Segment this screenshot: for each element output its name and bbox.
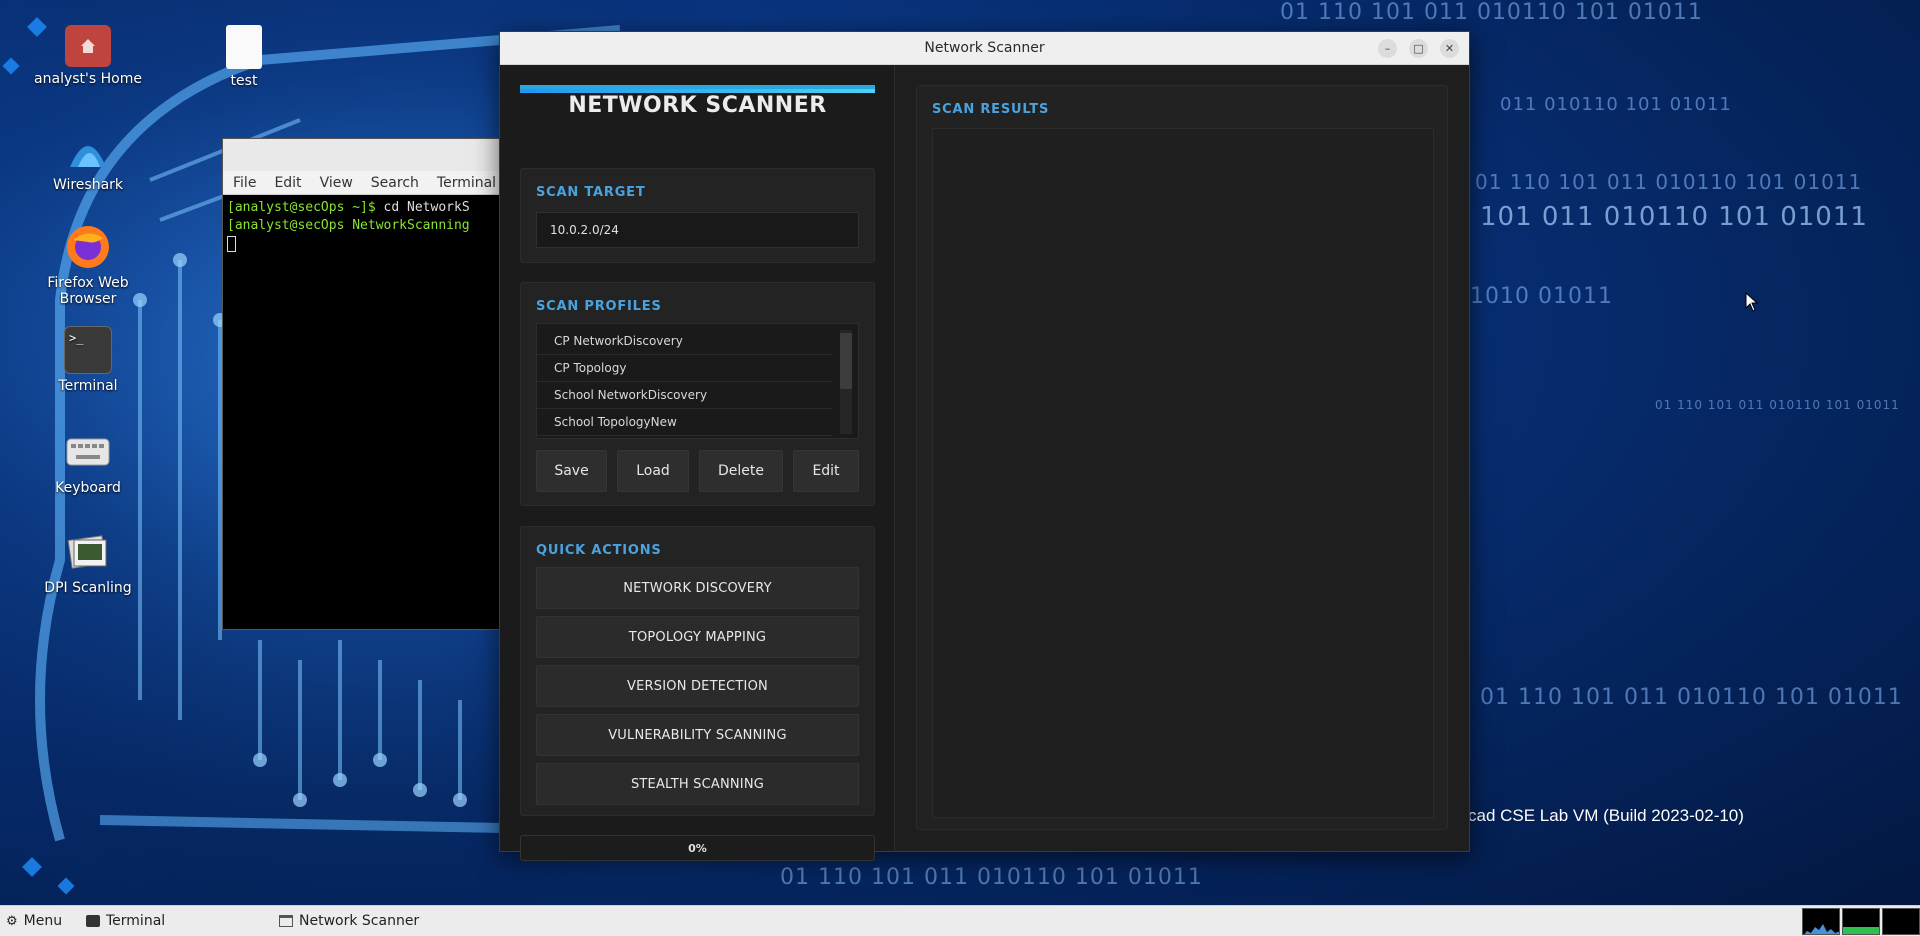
- scan-profiles-heading: SCAN PROFILES: [536, 299, 662, 314]
- memory-graph-icon: [1842, 908, 1880, 935]
- photos-icon: [64, 528, 112, 576]
- system-monitor-applets[interactable]: [1802, 908, 1920, 935]
- progress-label: 0%: [688, 841, 707, 855]
- firefox-icon: [64, 223, 112, 271]
- terminal-menubar: File Edit View Search Terminal: [223, 171, 501, 195]
- save-button[interactable]: Save: [536, 450, 607, 492]
- terminal-command: cd NetworkS: [383, 200, 470, 215]
- menu-view[interactable]: View: [320, 175, 353, 191]
- taskbar-item-label: Network Scanner: [299, 913, 420, 929]
- menu-search[interactable]: Search: [371, 175, 419, 191]
- wallpaper-binary-text: 01 110 101 011 010110 101 01011: [1655, 398, 1900, 412]
- topology-mapping-button[interactable]: TOPOLOGY MAPPING: [536, 616, 859, 658]
- list-item[interactable]: School TopologyNew: [537, 409, 832, 436]
- app-title: NETWORK SCANNER: [520, 85, 875, 125]
- wallpaper-binary-text: 1010 01011: [1470, 284, 1613, 309]
- desktop-icon-firefox[interactable]: Firefox Web Browser: [33, 223, 143, 307]
- taskbar-menu-button[interactable]: ⚙ Menu: [6, 913, 62, 929]
- control-pane: NETWORK SCANNER SCAN TARGET 10.0.2.0/24 …: [500, 65, 895, 861]
- taskbar-item-network-scanner[interactable]: Network Scanner: [279, 913, 419, 929]
- quick-actions-panel: QUICK ACTIONS NETWORK DISCOVERY TOPOLOGY…: [520, 526, 875, 816]
- terminal-prompt: [analyst@secOps NetworkScanning: [227, 218, 470, 233]
- desktop-icon-test[interactable]: test: [189, 25, 299, 89]
- terminal-prompt: [analyst@secOps ~]$: [227, 200, 384, 215]
- desktop-icon-label: test: [230, 73, 258, 89]
- stealth-scanning-button[interactable]: STEALTH SCANNING: [536, 763, 859, 805]
- taskbar-item-terminal[interactable]: Terminal: [86, 913, 165, 929]
- list-item[interactable]: School NetworkDiscovery: [537, 382, 832, 409]
- desktop-icon-label: DPI Scanling: [44, 580, 132, 596]
- desktop-icon-terminal[interactable]: >_ Terminal: [33, 326, 143, 394]
- scan-profiles-panel: SCAN PROFILES CP NetworkDiscovery CP Top…: [520, 282, 875, 506]
- desktop-icon-label: Wireshark: [52, 177, 124, 193]
- results-pane: SCAN RESULTS: [896, 65, 1469, 851]
- close-icon: ✕: [1444, 42, 1455, 55]
- menu-icon: ⚙: [6, 913, 18, 929]
- window-title: Network Scanner: [924, 40, 1045, 56]
- scan-target-heading: SCAN TARGET: [536, 185, 646, 200]
- profile-list-scrollbar[interactable]: [840, 330, 852, 434]
- desktop-icon-dpi-scanling[interactable]: DPI Scanling: [33, 528, 143, 596]
- window-titlebar[interactable]: Network Scanner – □ ✕: [500, 32, 1469, 65]
- wallpaper-binary-text: 01 110 101 011 010110 101 01011: [780, 865, 1203, 890]
- version-detection-button[interactable]: VERSION DETECTION: [536, 665, 859, 707]
- scrollbar-thumb[interactable]: [840, 333, 852, 389]
- taskbar-menu-label: Menu: [23, 913, 63, 929]
- desktop-icon-label: Terminal: [58, 378, 118, 394]
- delete-button[interactable]: Delete: [699, 450, 783, 492]
- scan-results-heading: SCAN RESULTS: [932, 102, 1050, 117]
- desktop-icon-wireshark[interactable]: Wireshark: [33, 125, 143, 193]
- mouse-pointer-icon: [1745, 292, 1759, 312]
- wireshark-icon: [64, 125, 112, 173]
- cpu-graph-icon: [1802, 908, 1840, 935]
- terminal-icon: >_: [64, 326, 112, 374]
- desktop-icon-home[interactable]: analyst's Home: [33, 25, 143, 87]
- load-button[interactable]: Load: [617, 450, 689, 492]
- network-discovery-button[interactable]: NETWORK DISCOVERY: [536, 567, 859, 609]
- vm-watermark: cad CSE Lab VM (Build 2023-02-10): [1468, 806, 1744, 825]
- minimize-button[interactable]: –: [1378, 39, 1397, 58]
- terminal-cursor: [227, 235, 236, 252]
- terminal-titlebar[interactable]: [223, 139, 501, 171]
- desktop-icon-label: Keyboard: [55, 480, 121, 496]
- terminal-icon: [86, 915, 100, 927]
- vulnerability-scanning-button[interactable]: VULNERABILITY SCANNING: [536, 714, 859, 756]
- desktop-icon-keyboard[interactable]: Keyboard: [33, 428, 143, 496]
- wallpaper-binary-text: 01 110 101 011 010110 101 01011: [1475, 170, 1863, 194]
- desktop-icon-label: analyst's Home: [34, 71, 142, 87]
- maximize-button[interactable]: □: [1409, 39, 1428, 58]
- wallpaper-binary-text: 101 011 010110 101 01011: [1480, 202, 1868, 232]
- wallpaper-binary-text: 01 110 101 011 010110 101 01011: [1280, 0, 1703, 25]
- wallpaper-binary-text: 011 010110 101 01011: [1500, 94, 1732, 115]
- taskbar: ⚙ Menu Terminal Network Scanner: [0, 905, 1920, 936]
- terminal-output[interactable]: [analyst@secOps ~]$ cd NetworkS [analyst…: [223, 195, 501, 257]
- scan-target-panel: SCAN TARGET 10.0.2.0/24: [520, 168, 875, 263]
- profile-list[interactable]: CP NetworkDiscovery CP Topology School N…: [536, 323, 859, 439]
- scan-target-input[interactable]: 10.0.2.0/24: [536, 212, 859, 248]
- quick-actions-heading: QUICK ACTIONS: [536, 543, 662, 558]
- menu-file[interactable]: File: [233, 175, 256, 191]
- home-folder-icon: [65, 25, 111, 67]
- edit-button[interactable]: Edit: [793, 450, 859, 492]
- keyboard-icon: [64, 428, 112, 476]
- terminal-window[interactable]: File Edit View Search Terminal [analyst@…: [222, 138, 502, 630]
- close-button[interactable]: ✕: [1440, 39, 1459, 58]
- network-graph-icon: [1882, 908, 1920, 935]
- menu-terminal[interactable]: Terminal: [437, 175, 496, 191]
- minimize-icon: –: [1384, 42, 1391, 55]
- menu-edit[interactable]: Edit: [274, 175, 301, 191]
- wallpaper-binary-text: 01 110 101 011 010110 101 01011: [1480, 685, 1903, 710]
- window-icon: [279, 915, 293, 927]
- scan-results-output[interactable]: [932, 128, 1434, 818]
- scan-results-panel: SCAN RESULTS: [916, 85, 1448, 830]
- taskbar-item-label: Terminal: [106, 913, 166, 929]
- scan-progress-bar: 0%: [520, 835, 875, 861]
- desktop-icon-label: Firefox Web Browser: [47, 275, 129, 307]
- maximize-icon: □: [1413, 42, 1424, 55]
- network-scanner-window: Network Scanner – □ ✕ NETWORK SCANNER SC…: [499, 31, 1470, 861]
- list-item[interactable]: CP Topology: [537, 355, 832, 382]
- file-icon: [226, 25, 262, 69]
- list-item[interactable]: CP NetworkDiscovery: [537, 328, 832, 355]
